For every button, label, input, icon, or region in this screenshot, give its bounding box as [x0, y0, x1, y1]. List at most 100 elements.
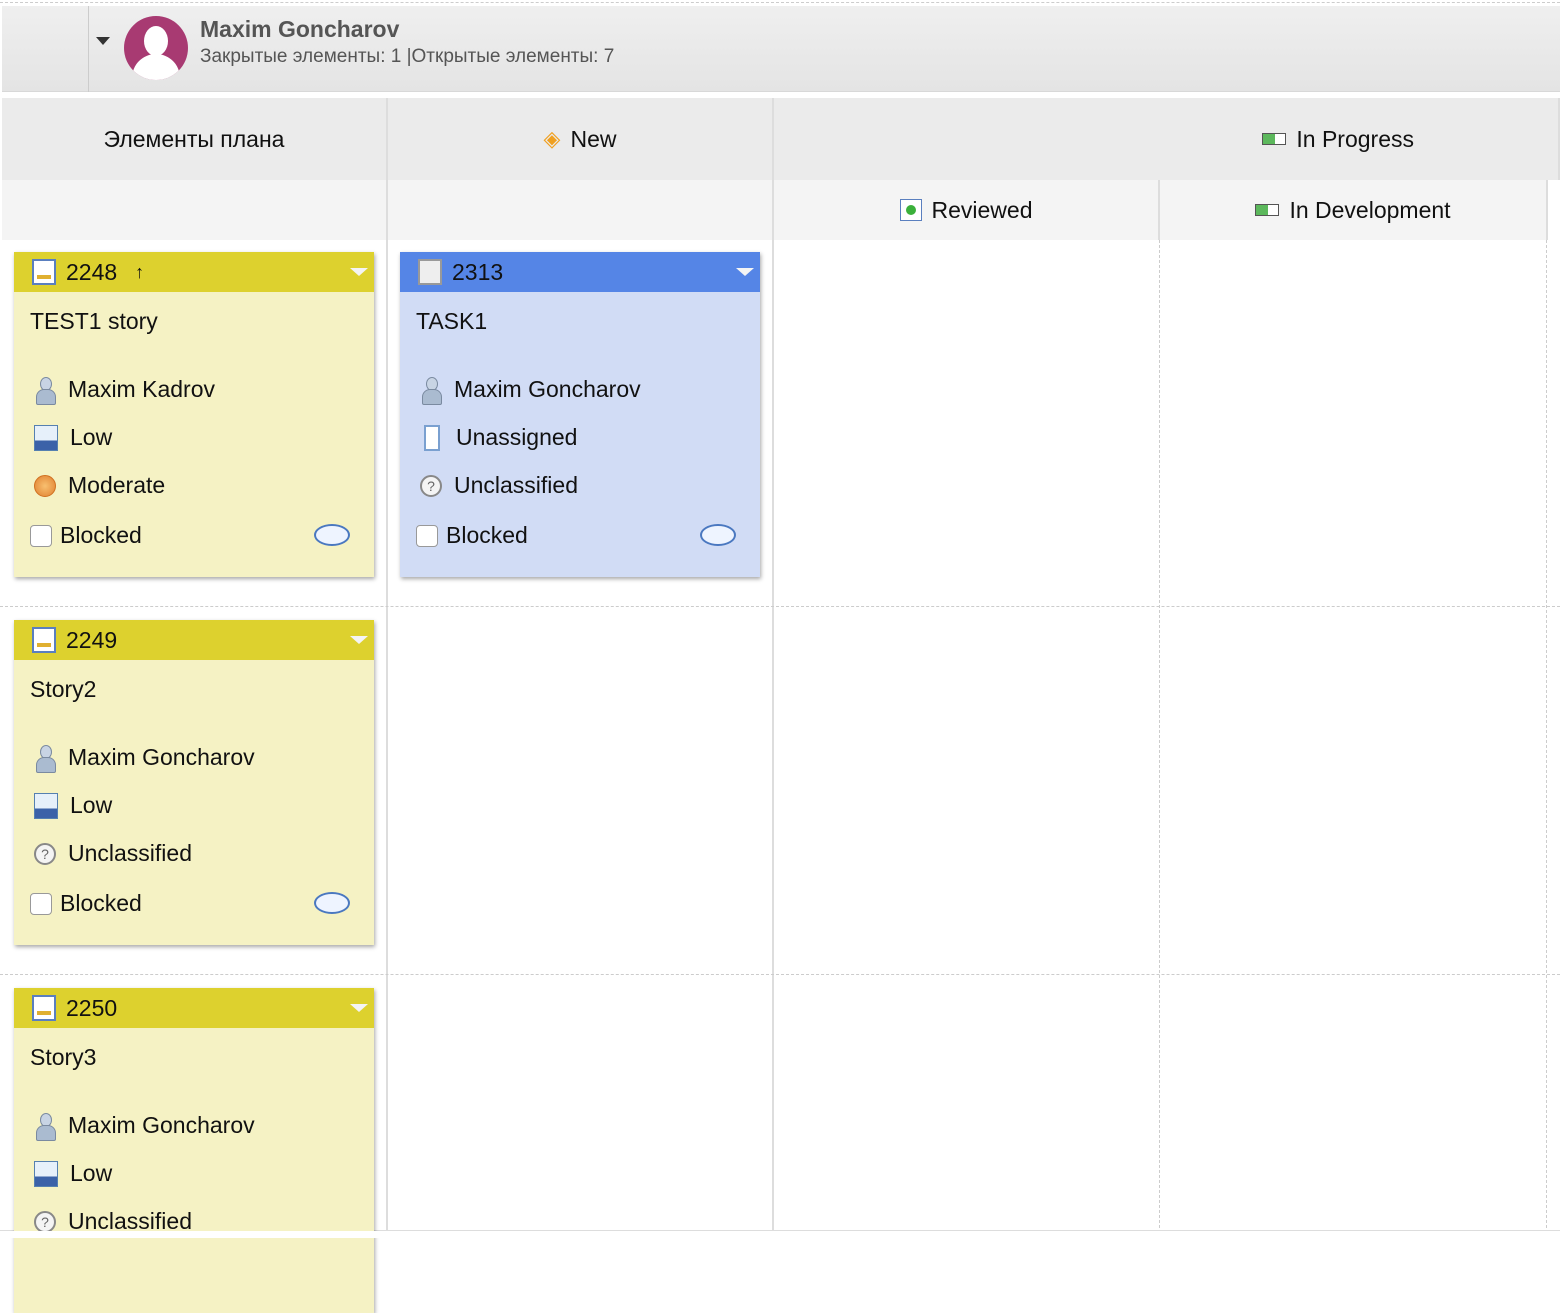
column-divider: [386, 240, 388, 1238]
subheader-empty: [2, 180, 388, 240]
priority-value: Low: [70, 1160, 113, 1186]
priority-low-icon: [34, 1160, 58, 1187]
checkbox[interactable]: [416, 524, 438, 547]
user-icon: [34, 376, 56, 405]
card-menu-chevron-icon[interactable]: [736, 268, 754, 276]
story-card[interactable]: 2249 Story2 Maxim Goncharov Low ? Unclass…: [14, 620, 374, 945]
severity-field[interactable]: ? Unclassified: [420, 472, 578, 499]
avatar: [124, 16, 188, 80]
blocked-label: Blocked: [60, 890, 142, 916]
story-icon: [32, 995, 56, 1021]
priority-field[interactable]: Low: [34, 1160, 112, 1187]
priority-unassigned-icon: [424, 424, 440, 451]
checkbox[interactable]: [30, 892, 52, 915]
priority-value: Low: [70, 792, 113, 818]
owner-field[interactable]: Maxim Goncharov: [420, 376, 641, 405]
user-icon: [420, 376, 442, 405]
column-header-new[interactable]: ◈ New: [388, 98, 774, 180]
owner-field[interactable]: Maxim Goncharov: [34, 744, 255, 773]
checkbox[interactable]: [30, 524, 52, 547]
column-label: Элементы плана: [103, 125, 285, 152]
card-menu-chevron-icon[interactable]: [350, 1004, 368, 1012]
blocked-label: Blocked: [446, 522, 528, 548]
blocked-label: Blocked: [60, 522, 142, 548]
column-header-in-development[interactable]: In Development: [1160, 180, 1548, 240]
owner-stats: Закрытые элементы: 1 |Открытые элементы:…: [200, 46, 615, 67]
severity-field[interactable]: Moderate: [34, 472, 165, 499]
card-header: 2248 ↑: [14, 252, 374, 292]
severity-value: Unclassified: [454, 472, 578, 498]
blocked-checkbox[interactable]: Blocked: [30, 890, 142, 917]
card-header: 2313: [400, 252, 760, 292]
card-menu-chevron-icon[interactable]: [350, 268, 368, 276]
row-divider: [0, 974, 1560, 975]
card-title[interactable]: TASK1: [416, 308, 487, 335]
reviewed-state-icon: [899, 199, 922, 221]
card-menu-chevron-icon[interactable]: [350, 636, 368, 644]
severity-field[interactable]: ? Unclassified: [34, 840, 192, 867]
column-divider: [772, 240, 774, 1238]
card-title[interactable]: Story3: [30, 1044, 96, 1071]
priority-field[interactable]: Low: [34, 424, 112, 451]
comment-icon[interactable]: [314, 892, 350, 914]
owner-value: Maxim Kadrov: [68, 376, 215, 402]
priority-field[interactable]: Unassigned: [420, 424, 577, 451]
owner-name: Maxim Goncharov: [200, 16, 400, 42]
story-icon: [32, 259, 56, 285]
card-id[interactable]: 2248: [66, 259, 117, 286]
column-label: In Progress: [1296, 125, 1414, 152]
comment-icon[interactable]: [314, 524, 350, 546]
row-divider: [0, 606, 1560, 607]
top-divider: [0, 2, 1560, 3]
progress-state-icon: [1255, 204, 1280, 216]
new-state-icon: ◈: [543, 126, 561, 151]
severity-value: Unclassified: [68, 840, 192, 866]
column-divider: [1159, 240, 1160, 1238]
progress-state-icon: [1262, 133, 1287, 145]
priority-value: Low: [70, 424, 113, 450]
column-header-reviewed[interactable]: Reviewed: [774, 180, 1160, 240]
parent-arrow-icon[interactable]: ↑: [135, 262, 144, 283]
card-header: 2250: [14, 988, 374, 1028]
card-header: 2249: [14, 620, 374, 660]
owner-value: Maxim Goncharov: [68, 1112, 255, 1138]
bottom-mask: [0, 1231, 1560, 1238]
card-id[interactable]: 2313: [452, 259, 503, 286]
column-divider: [1546, 240, 1547, 1238]
column-label: Reviewed: [931, 196, 1033, 223]
unclassified-icon: ?: [420, 474, 442, 497]
comment-icon[interactable]: [700, 524, 736, 546]
column-label: New: [570, 125, 617, 152]
divider: [88, 6, 89, 92]
card-id[interactable]: 2250: [66, 995, 117, 1022]
priority-low-icon: [34, 424, 58, 451]
column-label: In Development: [1289, 196, 1451, 223]
owner-swimlane-header: Maxim Goncharov Закрытые элементы: 1 |От…: [2, 6, 1560, 92]
user-icon: [34, 744, 56, 773]
subheader-empty: [388, 180, 774, 240]
card-title[interactable]: Story2: [30, 676, 96, 703]
priority-low-icon: [34, 792, 58, 819]
unclassified-icon: ?: [34, 1210, 56, 1233]
unclassified-icon: ?: [34, 842, 56, 865]
owner-field[interactable]: Maxim Goncharov: [34, 1112, 255, 1141]
card-title[interactable]: TEST1 story: [30, 308, 158, 335]
collapse-caret-icon[interactable]: [96, 37, 110, 45]
task-icon: [418, 259, 442, 285]
owner-field[interactable]: Maxim Kadrov: [34, 376, 215, 405]
story-card[interactable]: 2248 ↑ TEST1 story Maxim Kadrov Low Moder…: [14, 252, 374, 577]
column-header-in-progress[interactable]: In Progress: [774, 98, 1560, 180]
card-id[interactable]: 2249: [66, 627, 117, 654]
priority-value: Unassigned: [456, 424, 578, 450]
owner-value: Maxim Goncharov: [454, 376, 641, 402]
severity-moderate-icon: [34, 474, 56, 497]
user-icon: [34, 1112, 56, 1141]
task-card[interactable]: 2313 TASK1 Maxim Goncharov Unassigned ? U…: [400, 252, 760, 577]
story-icon: [32, 627, 56, 653]
story-card[interactable]: 2250 Story3 Maxim Goncharov Low ? Unclass…: [14, 988, 374, 1313]
blocked-checkbox[interactable]: Blocked: [30, 522, 142, 549]
priority-field[interactable]: Low: [34, 792, 112, 819]
column-header-plan-items: Элементы плана: [2, 98, 388, 180]
severity-value: Moderate: [68, 472, 166, 498]
blocked-checkbox[interactable]: Blocked: [416, 522, 528, 549]
